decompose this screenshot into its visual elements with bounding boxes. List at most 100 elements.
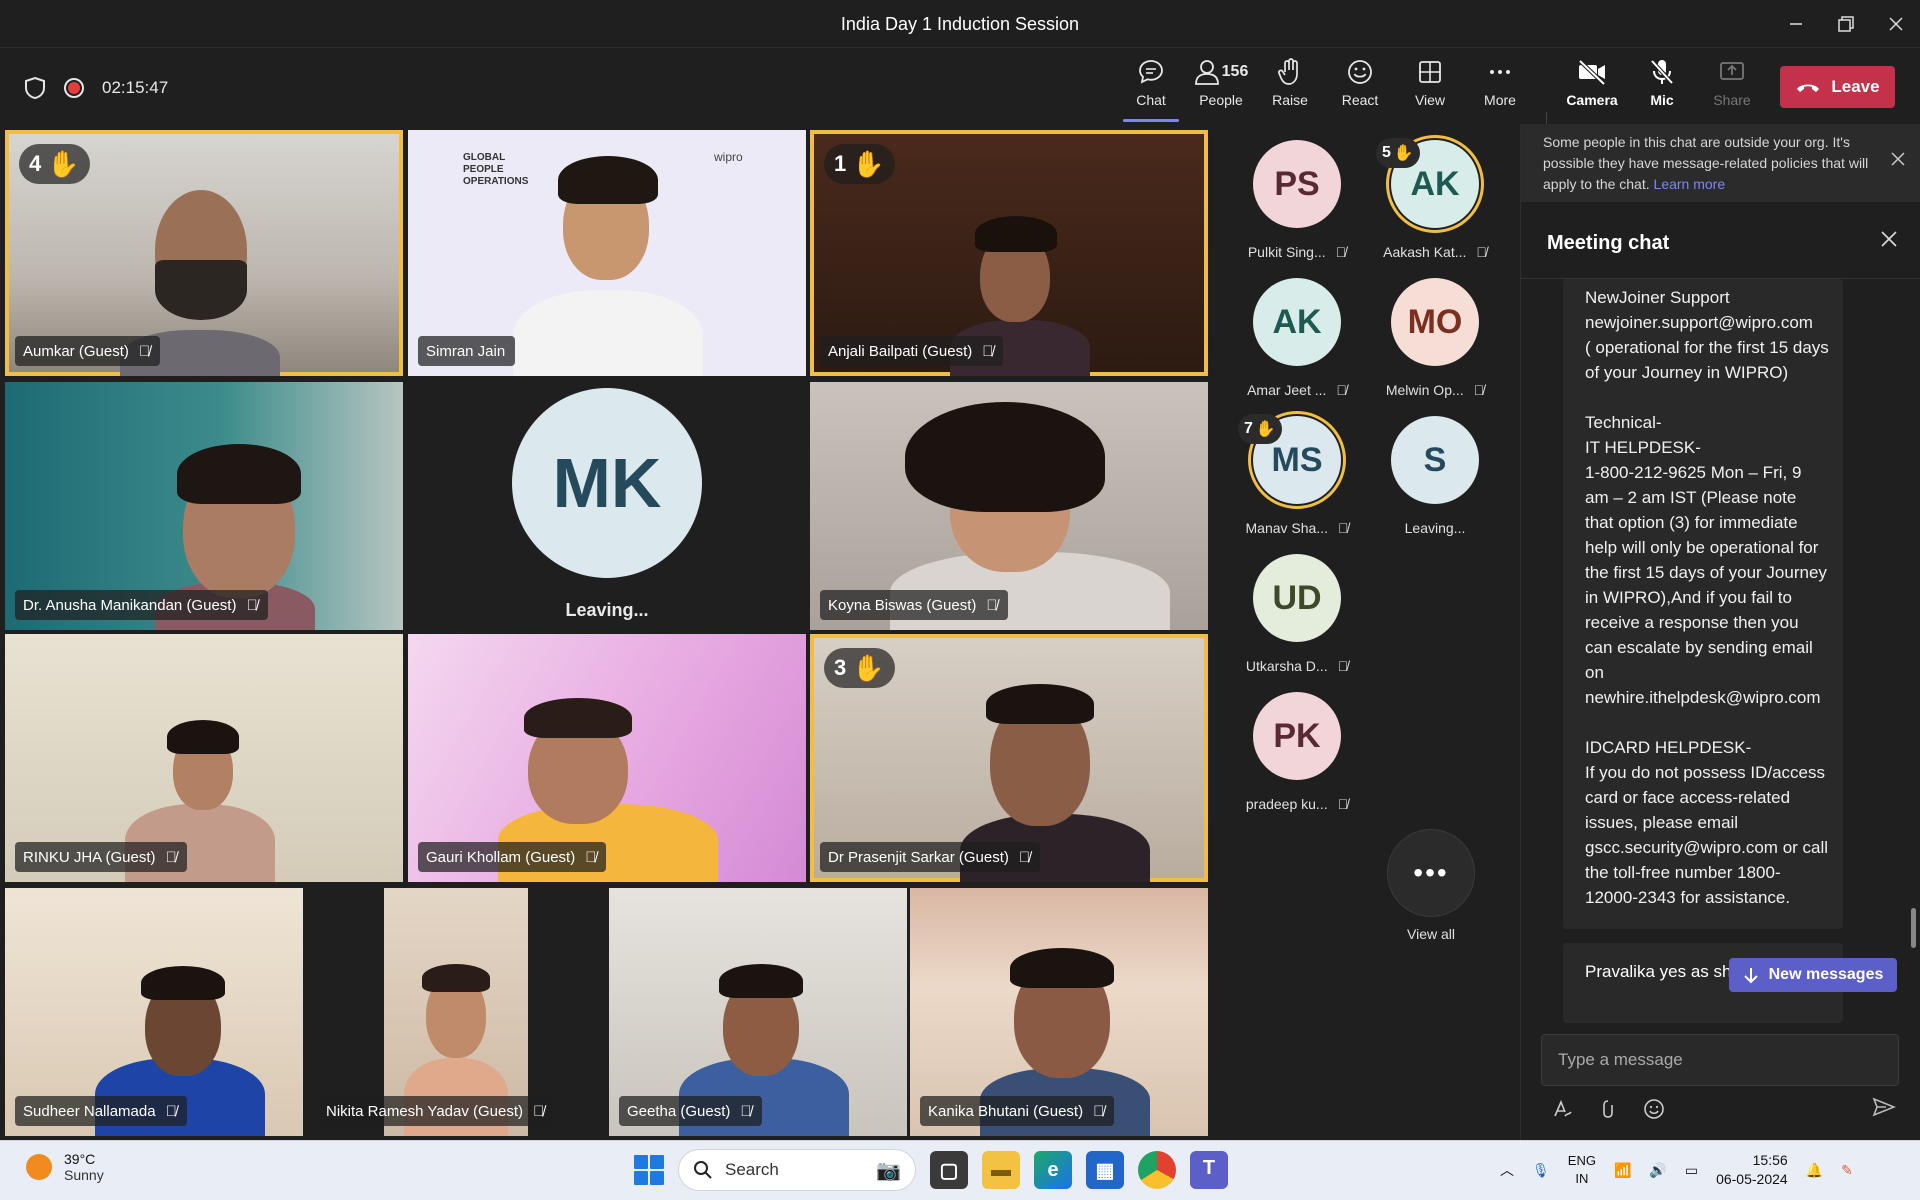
video-tile[interactable]: RINKU JHA (Guest) 🎙̸ xyxy=(5,634,403,882)
message-input[interactable]: Type a message xyxy=(1541,1034,1899,1086)
chat-button[interactable]: Chat xyxy=(1119,58,1183,122)
mic-muted-icon: 🎙̸ xyxy=(1018,848,1031,866)
video-tile[interactable]: 3 ✋ Dr Prasenjit Sarkar (Guest) 🎙̸ xyxy=(810,634,1208,882)
meeting-status: 02:15:47 xyxy=(24,76,168,100)
participant-avatar: PS xyxy=(1253,140,1341,228)
participant-thumbnail[interactable]: AK 5 ✋ Aakash Kat... 🎙̸ xyxy=(1370,135,1500,260)
microsoft-store-icon[interactable]: ▦ xyxy=(1086,1151,1124,1189)
language-indicator[interactable]: ENG IN xyxy=(1568,1152,1596,1188)
participant-name-tag: Simran Jain xyxy=(418,336,516,366)
search-icon xyxy=(694,1161,712,1179)
video-tile[interactable]: Gauri Khollam (Guest) 🎙̸ xyxy=(408,634,806,882)
participant-name: Nikita Ramesh Yadav (Guest) xyxy=(326,1102,524,1120)
share-button[interactable]: Share xyxy=(1700,58,1764,120)
video-tile[interactable]: Kanika Bhutani (Guest) 🎙̸ xyxy=(910,888,1208,1136)
more-icon: ••• xyxy=(1413,857,1449,888)
window-title: India Day 1 Induction Session xyxy=(840,14,1080,34)
learn-more-link[interactable]: Learn more xyxy=(1654,176,1726,192)
participant-name-tag: RINKU JHA (Guest) 🎙̸ xyxy=(15,842,187,872)
participant-name: Melwin Op... xyxy=(1385,382,1464,398)
battery-icon[interactable]: ▭ xyxy=(1685,1162,1698,1179)
chat-scrollbar[interactable] xyxy=(1911,908,1916,948)
windows-start-icon[interactable] xyxy=(634,1155,664,1185)
react-button[interactable]: React xyxy=(1328,58,1392,120)
mic-label: Mic xyxy=(1650,92,1674,108)
mic-muted-icon: 🎙̸ xyxy=(1336,382,1347,398)
format-icon[interactable] xyxy=(1551,1098,1573,1126)
video-tile[interactable]: Koyna Biswas (Guest) 🎙̸ xyxy=(810,382,1208,630)
pen-icon[interactable]: ✎ xyxy=(1841,1162,1853,1179)
weather-widget[interactable]: 39°C Sunny xyxy=(26,1151,104,1183)
chrome-icon[interactable] xyxy=(1138,1151,1176,1189)
video-tile[interactable]: Dr. Anusha Manikandan (Guest) 🎙̸ xyxy=(5,382,403,630)
video-tile[interactable]: Sudheer Nallamada 🎙̸ xyxy=(5,888,303,1136)
participant-avatar: MO xyxy=(1391,278,1479,366)
region-code: IN xyxy=(1575,1171,1589,1186)
video-tile[interactable]: 1 ✋ Anjali Bailpati (Guest) 🎙̸ xyxy=(810,130,1208,376)
participant-thumbnail[interactable]: MS 7 ✋ Manav Sha... 🎙̸ xyxy=(1232,411,1362,536)
mic-muted-icon: 🎙̸ xyxy=(986,596,998,614)
participant-thumbnail[interactable]: AK Amar Jeet ... 🎙̸ xyxy=(1232,278,1362,398)
meeting-timer: 02:15:47 xyxy=(102,78,169,97)
new-messages-button[interactable]: New messages xyxy=(1729,958,1897,992)
camera-button[interactable]: Camera xyxy=(1560,58,1624,120)
minimize-button[interactable] xyxy=(1776,10,1816,38)
video-tile[interactable]: Nikita Ramesh Yadav (Guest) 🎙̸ xyxy=(308,888,606,1136)
restore-button[interactable] xyxy=(1826,10,1866,38)
camera-label: Camera xyxy=(1566,92,1618,108)
taskbar-search[interactable]: Search 📷 xyxy=(678,1149,916,1191)
participant-thumbnail[interactable]: PK pradeep ku... 🎙̸ xyxy=(1232,692,1362,812)
leave-label: Leave xyxy=(1831,77,1880,96)
clock[interactable]: 15:56 06-05-2024 xyxy=(1716,1151,1788,1189)
dismiss-notice-button[interactable] xyxy=(1890,150,1906,173)
raised-hand-badge: 4 ✋ xyxy=(19,144,90,184)
teams-icon[interactable]: T xyxy=(1190,1151,1228,1189)
edge-browser-icon[interactable]: e xyxy=(1034,1151,1072,1189)
close-chat-button[interactable] xyxy=(1880,224,1898,255)
attach-icon[interactable] xyxy=(1601,1098,1615,1126)
participant-name-tag: Aumkar (Guest) 🎙̸ xyxy=(15,336,161,366)
view-button[interactable]: View xyxy=(1398,58,1462,120)
participant-name: Koyna Biswas (Guest) xyxy=(828,596,977,614)
more-icon xyxy=(1490,70,1510,74)
task-view-icon[interactable]: ▢ xyxy=(930,1151,968,1189)
mic-button[interactable]: Mic xyxy=(1630,58,1694,120)
chevron-up-icon[interactable]: ︿ xyxy=(1500,1160,1514,1180)
video-tile[interactable]: MK Leaving... xyxy=(408,382,806,630)
leave-button[interactable]: Leave xyxy=(1780,66,1895,108)
close-window-button[interactable] xyxy=(1876,10,1916,38)
wifi-icon[interactable]: 📶 xyxy=(1614,1162,1631,1179)
participant-thumbnail[interactable]: PS Pulkit Sing... 🎙̸ xyxy=(1232,140,1362,260)
volume-icon[interactable]: 🔊 xyxy=(1649,1162,1666,1179)
participant-thumbnail[interactable]: MO Melwin Op... 🎙̸ xyxy=(1370,278,1500,398)
raised-hand-icon: ✋ xyxy=(852,652,885,683)
chat-message[interactable]: NewJoiner Support newjoiner.support@wipr… xyxy=(1563,279,1843,929)
camera-off-icon xyxy=(1578,59,1606,86)
view-all-button[interactable]: ••• xyxy=(1387,829,1475,917)
microphone-icon[interactable]: 🎙 xyxy=(1532,1162,1550,1179)
chat-title: Meeting chat xyxy=(1547,232,1670,254)
send-button[interactable] xyxy=(1872,1096,1897,1124)
time: 15:56 xyxy=(1752,1152,1788,1168)
people-button[interactable]: 156 People xyxy=(1189,58,1253,120)
participant-thumbnail[interactable]: UD Utkarsha D... 🎙̸ xyxy=(1232,554,1362,674)
video-tile[interactable]: 4 ✋ Aumkar (Guest) 🎙̸ xyxy=(5,130,403,376)
file-explorer-icon[interactable]: ▬ xyxy=(982,1151,1020,1189)
notification-bell-icon[interactable]: 🔔 xyxy=(1806,1162,1823,1179)
mic-muted-icon: 🎙̸ xyxy=(982,342,994,360)
raise-hand-button[interactable]: Raise xyxy=(1258,58,1322,120)
mic-muted-icon: 🎙̸ xyxy=(165,848,177,866)
participant-name: Anjali Bailpati (Guest) xyxy=(828,342,973,360)
participant-name: Kanika Bhutani (Guest) xyxy=(928,1102,1084,1120)
participant-name: pradeep ku... xyxy=(1245,796,1328,812)
video-tile[interactable]: GLOBAL PEOPLE OPERATIONS wipro Simran Ja… xyxy=(408,130,806,376)
mic-muted-icon: 🎙̸ xyxy=(1335,244,1347,260)
video-tile[interactable]: Geetha (Guest) 🎙̸ xyxy=(609,888,907,1136)
view-all-label[interactable]: View all xyxy=(1380,926,1482,942)
recording-icon xyxy=(64,78,84,98)
more-button[interactable]: More xyxy=(1468,58,1532,120)
participant-name-tag: Nikita Ramesh Yadav (Guest) 🎙̸ xyxy=(318,1096,555,1126)
participant-thumbnail[interactable]: S Leaving... xyxy=(1370,416,1500,536)
emoji-icon[interactable] xyxy=(1643,1098,1665,1126)
more-label: More xyxy=(1484,92,1516,108)
